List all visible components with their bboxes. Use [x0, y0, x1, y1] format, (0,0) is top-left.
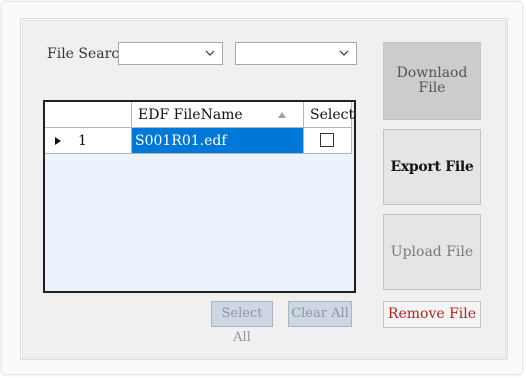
select-checkbox[interactable]	[320, 133, 334, 147]
column-label-edf-filename: EDF FileName	[138, 107, 243, 123]
file-search-combo-2[interactable]	[235, 42, 357, 65]
download-file-label: Downlaod File	[396, 65, 468, 96]
edf-filename-cell[interactable]: S001R01.edf	[132, 128, 304, 154]
file-search-label: File Search	[47, 46, 129, 62]
row-header-column	[45, 102, 132, 128]
export-file-button[interactable]: Export File	[383, 129, 481, 205]
upload-file-label: Upload File	[390, 244, 474, 260]
row-pointer-icon	[55, 137, 61, 145]
select-all-button[interactable]: Select All	[211, 301, 273, 345]
file-search-combo-1[interactable]	[118, 42, 223, 65]
download-file-button[interactable]: Downlaod File	[383, 42, 481, 120]
column-header-edf-filename[interactable]: EDF FileName	[132, 102, 304, 128]
sort-ascending-icon	[278, 112, 286, 118]
upload-file-button[interactable]: Upload File	[383, 214, 481, 290]
export-file-label: Export File	[390, 159, 474, 175]
select-cell[interactable]	[304, 128, 352, 154]
clear-all-button[interactable]: Clear All	[288, 301, 352, 327]
row-index: 1	[78, 133, 87, 149]
column-header-select[interactable]: Select	[304, 102, 354, 128]
edf-file-grid[interactable]: EDF FileName Select 1 S001R01.edf	[43, 100, 356, 293]
chevron-down-icon[interactable]	[338, 46, 350, 60]
row-header-cell[interactable]: 1	[45, 128, 132, 154]
remove-file-button[interactable]: Remove File	[383, 301, 481, 328]
chevron-down-icon[interactable]	[204, 46, 216, 60]
